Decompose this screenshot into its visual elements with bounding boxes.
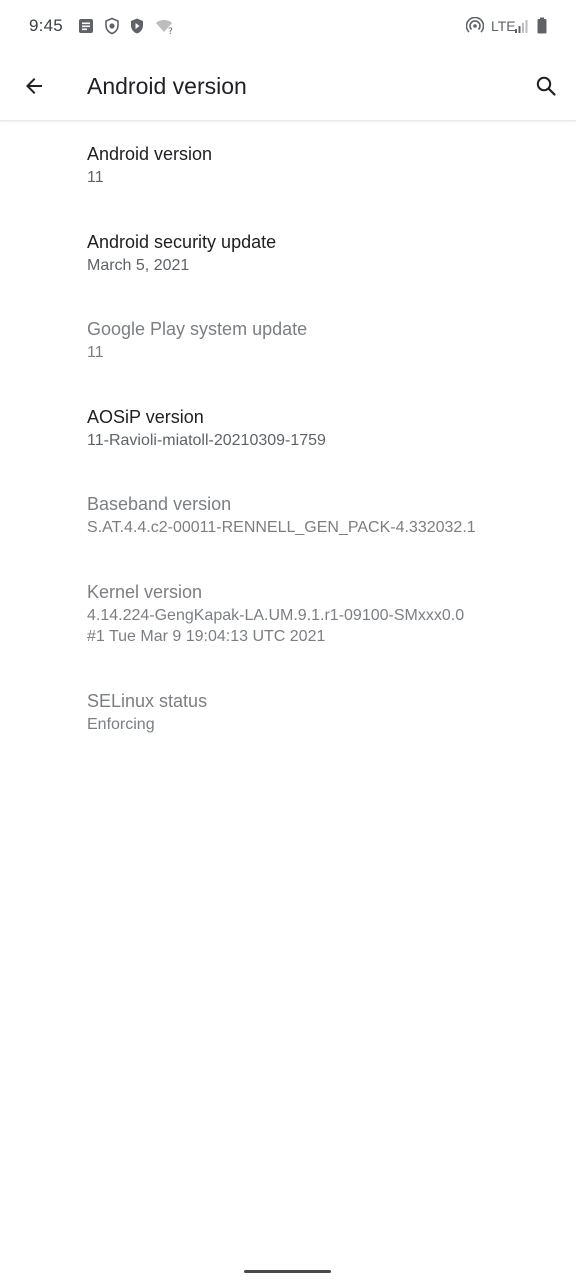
- pref-title: Baseband version: [87, 494, 232, 514]
- page-title: Android version: [87, 73, 247, 99]
- gesture-nav-handle[interactable]: [244, 1270, 331, 1273]
- notes-icon: [77, 17, 95, 35]
- svg-text:?: ?: [168, 27, 173, 35]
- pref-summary: 11: [87, 344, 104, 361]
- pref-title: Android security update: [87, 232, 277, 252]
- pref-summary-line: #1 Tue Mar 9 19:04:13 UTC 2021: [87, 628, 326, 645]
- pref-security-update[interactable]: Android security update March 5, 2021: [87, 230, 557, 276]
- search-button[interactable]: [526, 66, 566, 106]
- pref-title: SELinux status: [87, 691, 208, 711]
- pref-android-version[interactable]: Android version 11: [87, 142, 557, 188]
- pref-summary: S.AT.4.4.c2-00011-RENNELL_GEN_PACK-4.332…: [87, 519, 476, 536]
- pref-summary: 11-Ravioli-miatoll-20210309-1759: [87, 432, 326, 449]
- back-button[interactable]: [14, 66, 54, 106]
- pref-summary: March 5, 2021: [87, 257, 190, 274]
- pref-title: AOSiP version: [87, 407, 204, 427]
- pref-title: Google Play system update: [87, 319, 308, 339]
- pref-aosip-version[interactable]: AOSiP version 11-Ravioli-miatoll-2021030…: [87, 405, 557, 451]
- shield-bug-icon: [103, 17, 121, 35]
- status-time: 9:45: [29, 16, 63, 35]
- pref-google-play-system-update: Google Play system update 11: [87, 317, 557, 363]
- hotspot-icon: [465, 16, 485, 35]
- battery-icon: [536, 17, 548, 35]
- pref-selinux-status: SELinux status Enforcing: [87, 689, 557, 735]
- wifi-question-icon: ?: [155, 17, 175, 37]
- pref-summary: Enforcing: [87, 716, 155, 733]
- screen: 9:45 ? LTE Android version Android versi…: [0, 0, 576, 1280]
- pref-title: Android version: [87, 144, 213, 164]
- pref-summary: 11: [87, 169, 104, 186]
- pref-title: Kernel version: [87, 582, 203, 602]
- arrow-back-icon: [26, 78, 42, 94]
- shield-play-icon: [128, 17, 146, 35]
- pref-summary: 4.14.224-GengKapak-LA.UM.9.1.r1-09100-SM…: [87, 605, 557, 647]
- pref-baseband-version: Baseband version S.AT.4.4.c2-00011-RENNE…: [87, 492, 557, 538]
- app-bar: Android version: [0, 52, 576, 121]
- search-icon: [536, 76, 556, 96]
- pref-kernel-version: Kernel version 4.14.224-GengKapak-LA.UM.…: [87, 580, 557, 647]
- pref-summary-line: 4.14.224-GengKapak-LA.UM.9.1.r1-09100-SM…: [87, 607, 465, 624]
- signal-icon: [514, 17, 528, 35]
- network-type: LTE: [491, 18, 516, 34]
- status-bar: 9:45 ? LTE: [0, 0, 576, 52]
